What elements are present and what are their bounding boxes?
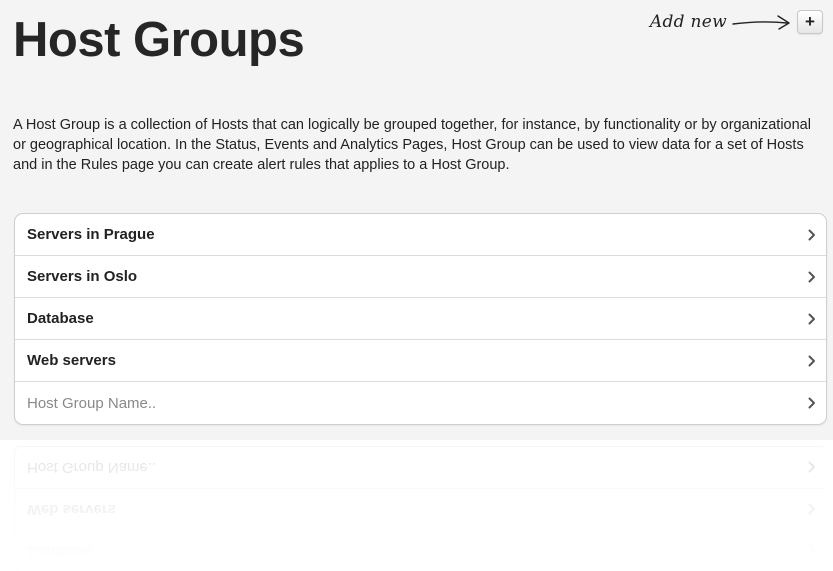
reflection-label: Host Group Name.. xyxy=(27,459,157,476)
add-new-label: Add new xyxy=(649,12,727,32)
list-item[interactable]: Servers in Oslo xyxy=(15,256,826,298)
host-group-label: Web servers xyxy=(27,352,116,369)
chevron-right-icon xyxy=(808,462,815,473)
add-button[interactable]: + xyxy=(797,10,823,34)
chevron-right-icon xyxy=(808,271,815,282)
main-panel: Host Groups Add new + A Host Group is a … xyxy=(0,0,833,440)
new-host-group-row xyxy=(15,382,826,424)
host-group-label: Servers in Prague xyxy=(27,226,155,243)
reflection-item: Database xyxy=(15,530,825,571)
host-group-label: Servers in Oslo xyxy=(27,268,138,285)
chevron-right-icon[interactable] xyxy=(808,397,816,409)
host-group-list: Servers in Prague Servers in Oslo Databa… xyxy=(14,213,827,425)
reflection-list: Database Web servers Host Group Name.. xyxy=(14,446,825,571)
reflection-label: Database xyxy=(27,543,94,560)
chevron-right-icon xyxy=(808,546,815,557)
host-group-name-input[interactable] xyxy=(27,394,808,412)
page-title: Host Groups xyxy=(13,13,305,67)
reflection-item: Web servers xyxy=(15,488,825,530)
list-item[interactable]: Servers in Prague xyxy=(15,214,826,256)
page-description: A Host Group is a collection of Hosts th… xyxy=(13,117,811,173)
list-item[interactable]: Database xyxy=(15,298,826,340)
hand-drawn-arrow-icon xyxy=(732,15,790,30)
reflection-item: Host Group Name.. xyxy=(15,446,825,488)
chevron-right-icon xyxy=(808,504,815,515)
list-reflection: Database Web servers Host Group Name.. xyxy=(14,446,825,571)
add-new-group: Add new + xyxy=(650,10,823,34)
page: Host Groups Add new + A Host Group is a … xyxy=(0,0,833,571)
chevron-right-icon xyxy=(808,229,815,240)
host-group-label: Database xyxy=(27,310,94,327)
chevron-right-icon xyxy=(808,355,815,366)
list-item[interactable]: Web servers xyxy=(15,340,826,382)
chevron-right-icon xyxy=(808,313,815,324)
reflection-label: Web servers xyxy=(27,501,116,518)
